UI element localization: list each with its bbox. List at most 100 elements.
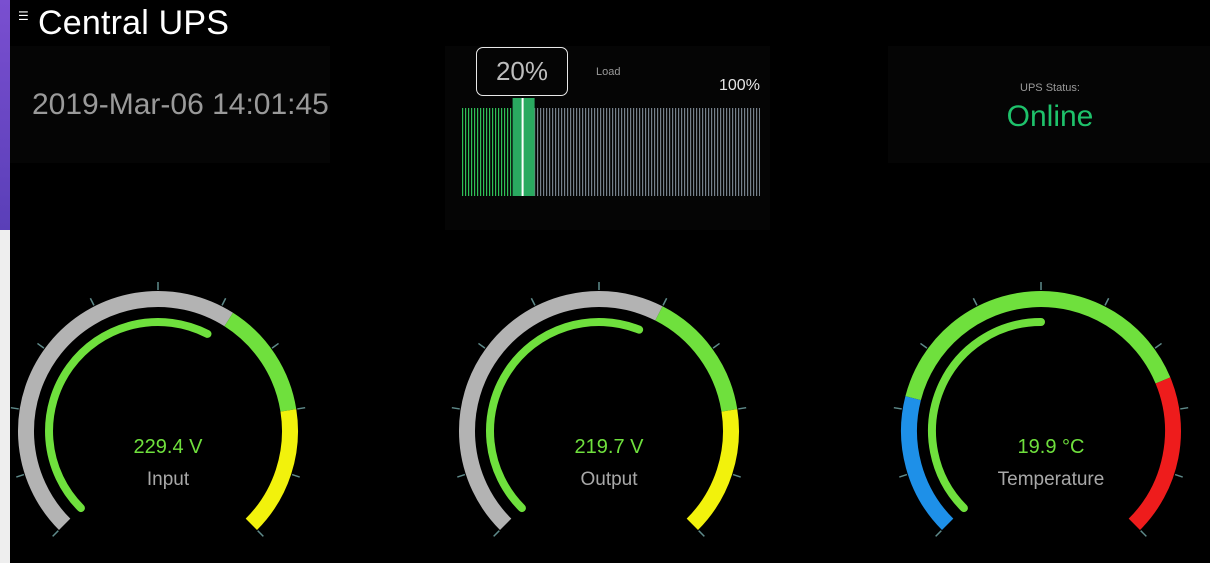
load-stripe bbox=[672, 108, 674, 196]
gauge-tick bbox=[1140, 530, 1147, 537]
gauge-tick bbox=[738, 406, 747, 410]
load-stripe bbox=[738, 108, 740, 196]
header-panel-right bbox=[740, 0, 1210, 46]
load-stripe bbox=[468, 108, 470, 196]
load-stripe bbox=[609, 108, 611, 196]
datetime-display: 2019-Mar-06 14:01:45 bbox=[32, 88, 329, 121]
load-stripe bbox=[753, 108, 755, 196]
gauge-tick bbox=[920, 342, 928, 349]
status-label: UPS Status: bbox=[1020, 82, 1080, 94]
load-stripe bbox=[729, 108, 731, 196]
load-max-label: 100% bbox=[719, 77, 760, 94]
load-stripe bbox=[567, 108, 569, 196]
load-stripe bbox=[651, 108, 653, 196]
load-stripe bbox=[693, 108, 695, 196]
gauge-tick bbox=[712, 342, 720, 349]
load-stripe bbox=[636, 108, 638, 196]
load-stripe bbox=[618, 108, 620, 196]
load-stripe bbox=[597, 108, 599, 196]
load-stripe bbox=[582, 108, 584, 196]
load-stripe bbox=[711, 108, 713, 196]
load-stripe bbox=[543, 108, 545, 196]
load-stripe bbox=[483, 108, 485, 196]
load-stripe bbox=[714, 108, 716, 196]
load-stripe bbox=[579, 108, 581, 196]
load-stripe bbox=[588, 108, 590, 196]
gauge-tick bbox=[662, 297, 668, 306]
load-stripe bbox=[615, 108, 617, 196]
load-stripe bbox=[489, 108, 491, 196]
load-stripe bbox=[471, 108, 473, 196]
gauge-band-yellow bbox=[245, 409, 298, 530]
gauge-tick bbox=[257, 530, 264, 537]
gauge-tick bbox=[1104, 297, 1110, 306]
load-stripe bbox=[627, 108, 629, 196]
gauge-tick bbox=[297, 406, 306, 410]
gauge-tick bbox=[493, 530, 500, 537]
load-stripe bbox=[507, 108, 509, 196]
load-stripe bbox=[654, 108, 656, 196]
page-title: Central UPS bbox=[38, 4, 230, 42]
gauge-tick bbox=[1154, 342, 1162, 349]
gauge-label: Output bbox=[580, 469, 638, 490]
load-stripe bbox=[720, 108, 722, 196]
gauge-input: 229.4 V Input bbox=[3, 276, 333, 563]
load-marker-line bbox=[521, 98, 524, 196]
load-stripe bbox=[564, 108, 566, 196]
load-stripe bbox=[675, 108, 677, 196]
gauge-band-green bbox=[224, 312, 297, 412]
load-stripe bbox=[558, 108, 560, 196]
load-stripe bbox=[660, 108, 662, 196]
load-stripe bbox=[537, 108, 539, 196]
load-stripe bbox=[630, 108, 632, 196]
load-stripe bbox=[591, 108, 593, 196]
load-stripe bbox=[606, 108, 608, 196]
load-stripe bbox=[603, 108, 605, 196]
gauge-band-yellow bbox=[686, 409, 739, 530]
gauge-tick bbox=[37, 342, 45, 349]
gauge-tick bbox=[893, 406, 902, 410]
load-stripe bbox=[474, 108, 476, 196]
load-value-badge: 20% bbox=[476, 47, 568, 96]
load-stripe bbox=[492, 108, 494, 196]
load-stripe bbox=[600, 108, 602, 196]
status-value: Online bbox=[1006, 100, 1094, 133]
gauge-output: 219.7 V Output bbox=[444, 276, 774, 563]
load-stripe bbox=[585, 108, 587, 196]
load-stripe bbox=[576, 108, 578, 196]
load-stripe bbox=[570, 108, 572, 196]
load-stripe bbox=[510, 108, 512, 196]
load-stripe bbox=[498, 108, 500, 196]
load-stripe bbox=[462, 108, 464, 196]
load-stripe bbox=[759, 108, 760, 196]
load-stripe bbox=[744, 108, 746, 196]
load-stripe bbox=[504, 108, 506, 196]
gauge-tick bbox=[698, 530, 705, 537]
gauge-tick bbox=[478, 342, 486, 349]
gauge-label: Temperature bbox=[997, 469, 1105, 490]
gauge-tick bbox=[52, 530, 59, 537]
gauge-tick bbox=[935, 530, 942, 537]
gauge-label: Input bbox=[146, 469, 190, 490]
load-stripe bbox=[621, 108, 623, 196]
menu-icon[interactable]: ☰ bbox=[18, 10, 29, 22]
load-stripe bbox=[465, 108, 467, 196]
load-stripe bbox=[702, 108, 704, 196]
load-stripe bbox=[705, 108, 707, 196]
load-stripe bbox=[756, 108, 758, 196]
load-stripe bbox=[612, 108, 614, 196]
load-stripe bbox=[684, 108, 686, 196]
load-stripe bbox=[735, 108, 737, 196]
load-stripe bbox=[642, 108, 644, 196]
load-stripe bbox=[666, 108, 668, 196]
gauge-value: 229.4 V bbox=[133, 436, 203, 458]
load-stripe bbox=[678, 108, 680, 196]
load-stripe bbox=[747, 108, 749, 196]
gauge-tick bbox=[972, 297, 978, 306]
load-stripe bbox=[741, 108, 743, 196]
load-stripe bbox=[732, 108, 734, 196]
load-stripe bbox=[546, 108, 548, 196]
gauge-band-blue bbox=[901, 396, 954, 530]
load-stripe bbox=[480, 108, 482, 196]
load-stripe bbox=[594, 108, 596, 196]
